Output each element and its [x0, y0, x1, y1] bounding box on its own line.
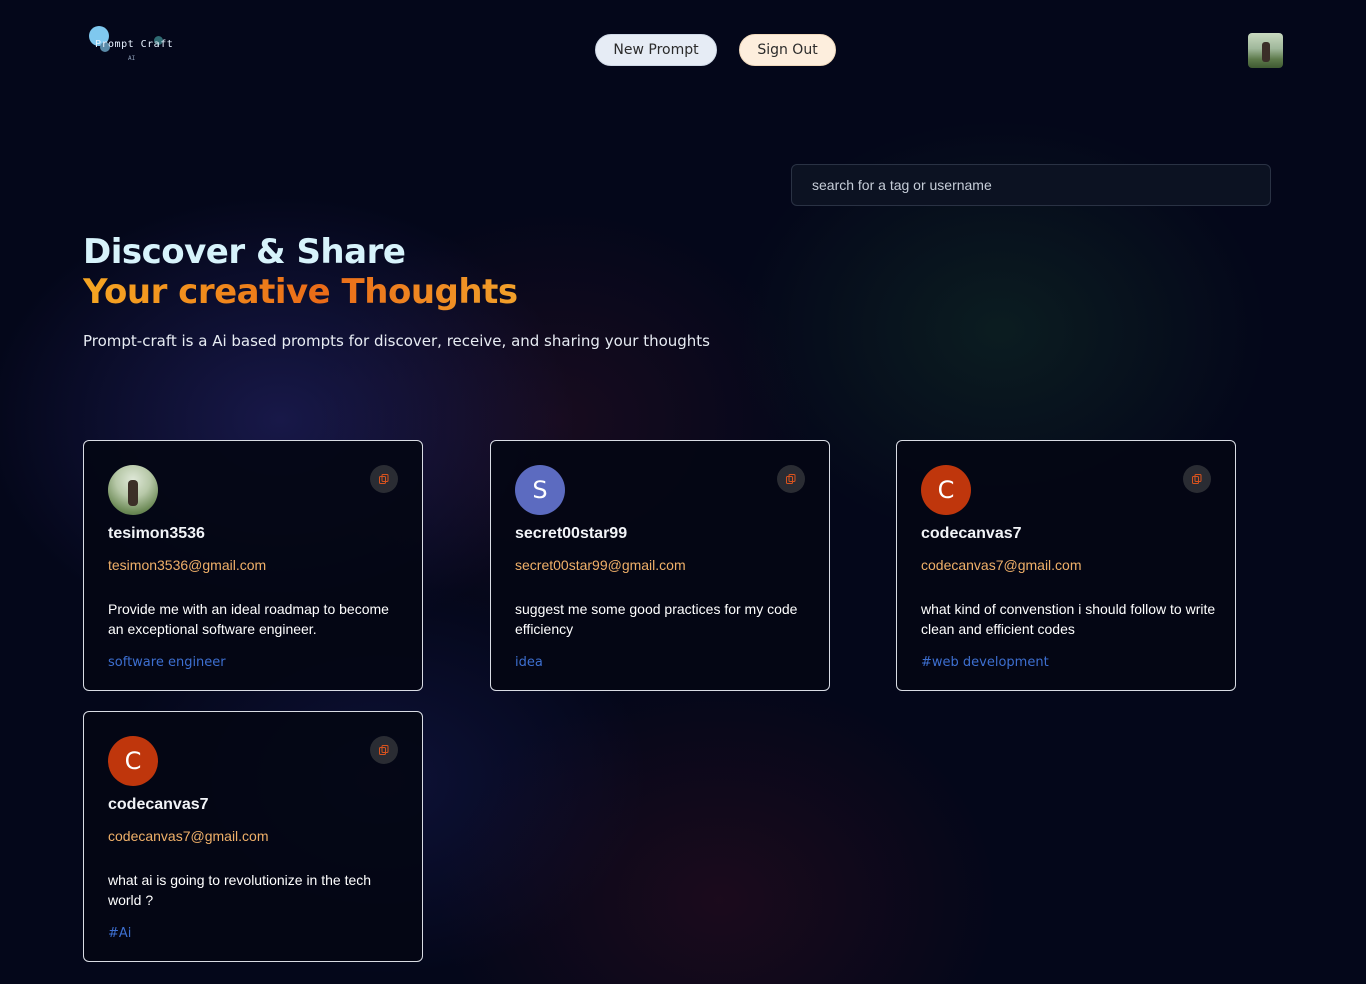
- avatar-initial: C: [937, 476, 955, 504]
- prompt-card: S secret00star99 secret00star99@gmail.co…: [490, 440, 830, 691]
- avatar-initial: S: [532, 476, 548, 504]
- card-tag[interactable]: idea: [515, 655, 543, 670]
- prompt-card: tesimon3536 tesimon3536@gmail.com Provid…: [83, 440, 423, 691]
- avatar-photo: [1262, 42, 1270, 62]
- prompt-card: C codecanvas7 codecanvas7@gmail.com what…: [896, 440, 1236, 691]
- copy-icon[interactable]: [1183, 465, 1211, 493]
- user-avatar[interactable]: S: [515, 465, 565, 515]
- prompt-card: C codecanvas7 codecanvas7@gmail.com what…: [83, 711, 423, 962]
- card-tag[interactable]: #Ai: [108, 926, 131, 941]
- card-tag[interactable]: #web development: [921, 655, 1049, 670]
- user-avatar[interactable]: C: [108, 736, 158, 786]
- profile-avatar[interactable]: [1248, 33, 1283, 68]
- logo-subtext: AI: [128, 55, 136, 62]
- card-username[interactable]: tesimon3536: [108, 525, 205, 543]
- card-email: tesimon3536@gmail.com: [108, 557, 267, 573]
- page: Prompt Craft AI New Prompt Sign Out Disc…: [0, 0, 1366, 984]
- user-avatar[interactable]: [108, 465, 158, 515]
- avatar-initial: C: [124, 747, 142, 775]
- new-prompt-button[interactable]: New Prompt: [595, 34, 717, 66]
- logo[interactable]: Prompt Craft AI: [88, 26, 188, 66]
- logo-text: Prompt Craft: [95, 39, 174, 50]
- search-input[interactable]: [791, 164, 1271, 206]
- sign-out-button[interactable]: Sign Out: [739, 34, 836, 66]
- copy-icon[interactable]: [370, 736, 398, 764]
- card-username[interactable]: codecanvas7: [921, 525, 1022, 543]
- card-email: codecanvas7@gmail.com: [108, 828, 269, 844]
- hero-subtitle: Prompt-craft is a Ai based prompts for d…: [83, 332, 710, 350]
- card-prompt-text: what kind of convenstion i should follow…: [921, 601, 1216, 637]
- card-username[interactable]: secret00star99: [515, 525, 627, 543]
- copy-icon[interactable]: [777, 465, 805, 493]
- card-prompt-text: Provide me with an ideal roadmap to beco…: [108, 601, 389, 637]
- card-username[interactable]: codecanvas7: [108, 796, 209, 814]
- card-prompt-text: what ai is going to revolutionize in the…: [108, 872, 372, 908]
- card-tag[interactable]: software engineer: [108, 655, 226, 670]
- card-email: codecanvas7@gmail.com: [921, 557, 1082, 573]
- card-prompt-text: suggest me some good practices for my co…: [515, 601, 798, 637]
- hero-title-line2: Your creative Thoughts: [83, 272, 518, 312]
- user-avatar[interactable]: C: [921, 465, 971, 515]
- copy-icon[interactable]: [370, 465, 398, 493]
- card-email: secret00star99@gmail.com: [515, 557, 686, 573]
- hero-title-line1: Discover & Share: [83, 232, 406, 272]
- avatar-photo: [128, 480, 138, 506]
